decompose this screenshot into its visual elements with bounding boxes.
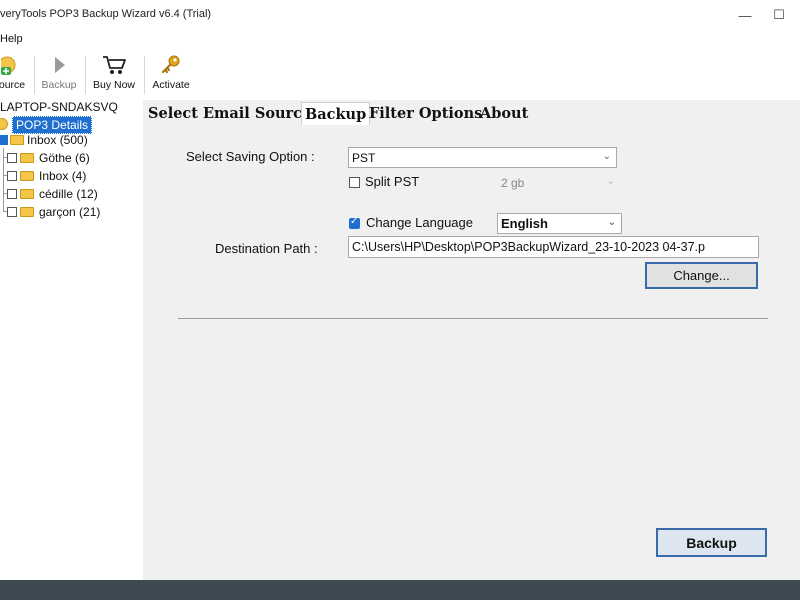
folder-icon — [10, 135, 24, 145]
toolbar: ource Backup Buy Now Activate — [0, 50, 800, 101]
play-icon — [46, 54, 72, 76]
destination-path-label: Destination Path : — [215, 241, 318, 256]
menu-help[interactable]: Help — [0, 33, 23, 45]
chevron-down-icon: ⌄ — [607, 217, 616, 228]
menu-bar: Help — [0, 30, 800, 50]
tab-about[interactable]: About — [480, 102, 528, 124]
taskbar — [0, 580, 800, 600]
saving-option-select[interactable]: PST ⌄ — [348, 147, 617, 168]
chevron-down-icon: ⌄ — [602, 151, 611, 162]
tree-root-computer[interactable]: LAPTOP-SNDAKSVQ — [0, 100, 118, 114]
tab-select-email-source[interactable]: Select Email Source — [148, 102, 311, 124]
split-pst-label: Split PST — [365, 174, 420, 189]
tree-item-inbox-4[interactable]: Inbox (4) — [39, 169, 86, 183]
backup-panel — [143, 126, 800, 580]
folder-icon — [20, 207, 34, 217]
change-path-button[interactable]: Change... — [645, 262, 758, 289]
toolbar-separator — [85, 56, 86, 94]
buy-now-button[interactable]: Buy Now — [90, 54, 138, 98]
saving-option-value: PST — [352, 150, 376, 165]
account-icon — [0, 118, 8, 130]
folder-icon — [20, 189, 34, 199]
toolbar-separator — [34, 56, 35, 94]
chevron-down-icon: ⌄ — [606, 176, 615, 187]
split-pst-checkbox[interactable] — [349, 177, 360, 188]
key-icon — [158, 54, 184, 76]
backup-button[interactable]: Backup — [656, 528, 767, 557]
destination-path-input[interactable]: C:\Users\HP\Desktop\POP3BackupWizard_23-… — [348, 236, 759, 258]
change-language-label: Change Language — [366, 215, 473, 230]
tree-account-pop3-details[interactable]: POP3 Details — [12, 116, 93, 134]
tree-item-cedille[interactable]: cédille (12) — [39, 187, 98, 201]
tree-item-checkbox[interactable] — [7, 189, 17, 199]
tab-backup[interactable]: Backup — [301, 102, 371, 125]
tree-item-checkbox[interactable] — [7, 153, 17, 163]
cart-icon — [101, 54, 127, 76]
folder-tree: LAPTOP-SNDAKSVQ POP3 Details Inbox (500)… — [0, 100, 143, 580]
tree-item-gothe[interactable]: Göthe (6) — [39, 151, 90, 165]
buy-now-label: Buy Now — [92, 79, 135, 91]
toolbar-separator — [144, 56, 145, 94]
tree-item-checkbox[interactable] — [7, 171, 17, 181]
backup-toolbar-button[interactable]: Backup — [39, 54, 79, 98]
title-bar: veryTools POP3 Backup Wizard v6.4 (Trial… — [0, 0, 800, 30]
window-title: veryTools POP3 Backup Wizard v6.4 (Trial… — [0, 8, 212, 20]
source-button[interactable]: ource — [0, 54, 30, 98]
tree-item-inbox-500[interactable]: Inbox (500) — [27, 133, 88, 147]
language-value: English — [501, 216, 548, 231]
checkmark-icon: ✓ — [350, 216, 359, 227]
tree-item-garcon[interactable]: garçon (21) — [39, 205, 100, 219]
folder-icon — [20, 171, 34, 181]
add-source-icon — [0, 54, 25, 76]
split-size-select[interactable]: 2 gb ⌄ — [497, 172, 621, 193]
activate-label: Activate — [152, 79, 190, 91]
tree-item-checkbox[interactable] — [7, 207, 17, 217]
minimize-button[interactable]: — — [737, 7, 753, 23]
tree-item-checkbox[interactable] — [0, 135, 8, 145]
destination-path-value: C:\Users\HP\Desktop\POP3BackupWizard_23-… — [352, 240, 705, 254]
tab-filter-options[interactable]: Filter Options — [369, 102, 482, 124]
activate-button[interactable]: Activate — [149, 54, 193, 98]
saving-option-label: Select Saving Option : — [186, 149, 315, 164]
source-button-label: ource — [0, 79, 26, 91]
language-select[interactable]: English ⌄ — [497, 213, 622, 234]
tab-bar: Select Email Source Backup Filter Option… — [143, 100, 800, 126]
split-size-value: 2 gb — [501, 175, 525, 190]
section-divider — [178, 318, 768, 319]
backup-toolbar-label: Backup — [41, 79, 77, 91]
maximize-button[interactable]: ☐ — [771, 7, 787, 23]
folder-icon — [20, 153, 34, 163]
